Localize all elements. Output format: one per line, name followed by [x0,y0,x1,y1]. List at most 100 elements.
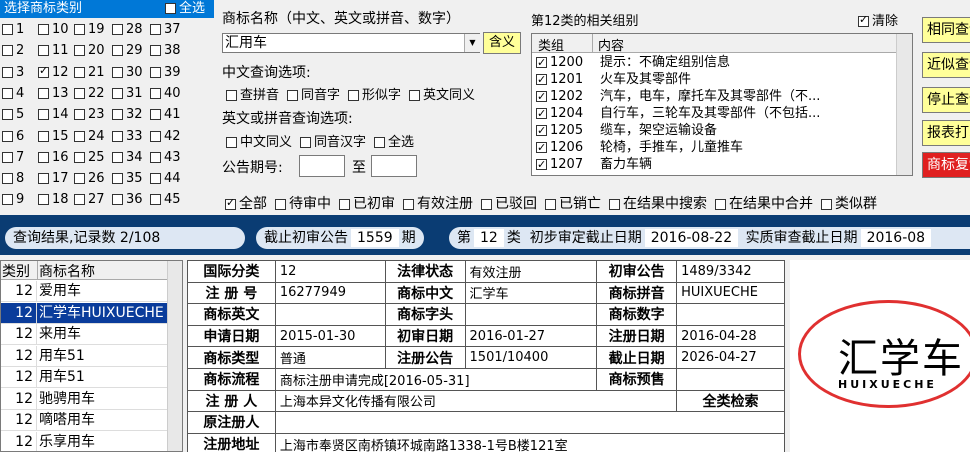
class-option-41[interactable]: 41 [150,107,181,122]
class-checkbox[interactable] [150,130,161,142]
filter-checkbox[interactable] [403,198,414,210]
class-checkbox[interactable] [2,24,13,35]
filter-checkbox[interactable] [481,198,492,210]
copy-trademark-button[interactable]: 商标复制 [922,152,970,178]
group-row[interactable]: 1202 汽车，电车，摩托车及其零部件（不... [532,88,898,105]
class-checkbox[interactable] [112,66,123,78]
class-option-19[interactable]: 19 [74,22,105,37]
clear-groups[interactable]: 清除 [858,10,898,29]
filter-checkbox[interactable] [275,198,286,210]
class-checkbox[interactable] [74,45,85,57]
cn-option-3[interactable]: 英文同义 [409,88,475,103]
class-checkbox[interactable] [112,24,123,35]
cn-option-2[interactable]: 形似字 [348,88,401,103]
class-checkbox[interactable] [2,173,13,185]
class-checkbox[interactable] [74,130,85,142]
en-option-0[interactable]: 中文同义 [226,135,292,150]
list-item[interactable]: 12 用车51 [1,367,169,388]
group-checkbox[interactable] [536,105,547,122]
group-row[interactable]: 1200 提示：不确定组别信息 [532,54,898,71]
group-checkbox[interactable] [536,156,547,173]
filter-option-1[interactable]: 待审中 [275,196,331,212]
group-row[interactable]: 1205 缆车，架空运输设备 [532,122,898,139]
class-option-3[interactable]: 3 [2,65,24,80]
pub-period-to-input[interactable] [371,155,417,177]
meaning-button[interactable]: 含义 [483,32,521,54]
class-option-43[interactable]: 43 [150,150,181,165]
class-checkbox[interactable] [38,64,49,78]
class-option-14[interactable]: 14 [38,107,69,122]
class-option-37[interactable]: 37 [150,22,181,37]
group-row[interactable]: 1204 自行车，三轮车及其零部件（不包括... [532,105,898,122]
class-option-20[interactable]: 20 [74,43,105,58]
class-option-17[interactable]: 17 [38,171,69,186]
cn-checkbox[interactable] [287,90,299,101]
list-col-class[interactable]: 类别 [2,261,30,281]
class-checkbox[interactable] [150,24,161,35]
en-checkbox[interactable] [226,137,237,148]
stop-query-button[interactable]: 停止查询 [922,87,970,113]
class-checkbox[interactable] [38,87,49,99]
class-checkbox[interactable] [112,130,123,142]
class-option-2[interactable]: 2 [2,43,24,58]
class-option-26[interactable]: 26 [74,171,105,186]
class-option-6[interactable]: 6 [2,129,24,144]
class-checkbox[interactable] [2,130,13,142]
same-query-button[interactable]: 相同查询 [922,17,970,43]
class-option-22[interactable]: 22 [74,86,105,101]
class-checkbox[interactable] [38,194,49,206]
class-checkbox[interactable] [38,130,49,142]
class-option-39[interactable]: 39 [150,65,181,80]
group-row[interactable]: 1206 轮椅，手推车，儿童推车 [532,139,898,156]
full-search-link[interactable]: 全类检索 [676,389,785,413]
group-checkbox[interactable] [536,71,547,88]
class-checkbox[interactable] [2,66,13,78]
group-checkbox[interactable] [536,122,547,139]
class-option-15[interactable]: 15 [38,129,69,144]
filter-checkbox[interactable] [821,198,832,210]
list-item[interactable]: 12 来用车 [1,324,169,345]
class-checkbox[interactable] [38,173,49,185]
class-option-8[interactable]: 8 [2,171,24,186]
class-checkbox[interactable] [38,109,49,121]
class-checkbox[interactable] [2,151,13,163]
class-checkbox[interactable] [74,194,85,206]
list-item[interactable]: 12 乐享用车 [1,431,169,451]
class-checkbox[interactable] [38,24,49,35]
groups-col-code[interactable]: 类组 [538,35,564,54]
list-item[interactable]: 12 驰骋用车 [1,388,169,410]
class-checkbox[interactable] [112,109,123,121]
list-item[interactable]: 12 爱用车 [1,281,169,302]
cn-checkbox[interactable] [348,90,360,101]
filter-option-8[interactable]: 类似群 [821,196,877,212]
select-all-checkbox[interactable] [165,3,176,14]
class-checkbox[interactable] [150,87,161,99]
class-option-21[interactable]: 21 [74,65,105,80]
en-option-1[interactable]: 同音汉字 [300,135,366,150]
class-option-28[interactable]: 28 [112,22,143,37]
class-checkbox[interactable] [2,87,13,99]
class-option-31[interactable]: 31 [112,86,143,101]
en-option-2[interactable]: 全选 [374,135,414,150]
select-all-classes[interactable]: 全选 [165,0,205,18]
cn-checkbox[interactable] [226,90,237,101]
class-option-30[interactable]: 30 [112,65,143,80]
class-option-44[interactable]: 44 [150,171,181,186]
filter-option-3[interactable]: 有效注册 [403,196,473,212]
class-option-18[interactable]: 18 [38,192,69,207]
filter-option-6[interactable]: 在结果中搜索 [609,196,707,212]
class-checkbox[interactable] [150,173,161,185]
class-checkbox[interactable] [2,194,13,206]
class-option-11[interactable]: 11 [38,43,69,58]
filter-checkbox[interactable] [339,198,350,210]
class-option-27[interactable]: 27 [74,192,105,207]
groups-col-content[interactable]: 内容 [598,35,624,54]
class-checkbox[interactable] [2,45,13,57]
class-option-5[interactable]: 5 [2,107,24,122]
pub-period-from-input[interactable] [299,155,345,177]
filter-option-0[interactable]: 全部 [225,196,267,212]
class-option-23[interactable]: 23 [74,107,105,122]
class-option-13[interactable]: 13 [38,86,69,101]
class-checkbox[interactable] [150,194,161,206]
class-option-29[interactable]: 29 [112,43,143,58]
